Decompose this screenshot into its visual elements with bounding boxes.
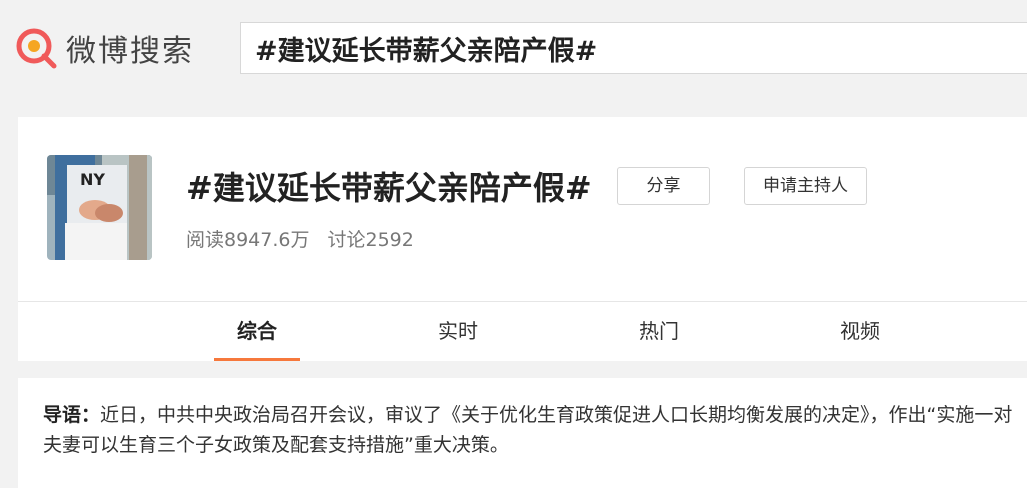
search-logo-icon <box>14 26 58 70</box>
tab-hot[interactable]: 热门 <box>614 302 704 361</box>
tab-realtime[interactable]: 实时 <box>413 302 503 361</box>
weibo-search-logo[interactable]: 微博搜索 <box>14 26 194 70</box>
topic-cover-image: NY <box>47 155 152 260</box>
tab-comprehensive[interactable]: 综合 <box>212 302 302 361</box>
apply-host-button[interactable]: 申请主持人 <box>744 167 867 205</box>
topic-title: #建议延长带薪父亲陪产假# <box>186 169 592 207</box>
discussion-count: 讨论2592 <box>327 229 414 251</box>
header-bar: 微博搜索 <box>0 0 1027 100</box>
topic-stats: 阅读8947.6万 讨论2592 <box>186 225 414 252</box>
search-box[interactable] <box>240 22 1027 74</box>
topic-intro-card: 导语：近日，中共中央政治局召开会议，审议了《关于优化生育政策促进人口长期均衡发展… <box>18 378 1027 488</box>
intro-text: 近日，中共中央政治局召开会议，审议了《关于优化生育政策促进人口长期均衡发展的决定… <box>43 404 1013 456</box>
search-input[interactable] <box>241 23 1027 73</box>
topic-card: NY #建议延长带薪父亲陪产假# 分享 申请主持人 阅读8947.6万 讨论259… <box>18 117 1027 361</box>
read-count: 阅读8947.6万 <box>186 229 310 251</box>
share-button[interactable]: 分享 <box>617 167 710 205</box>
logo-text: 微博搜索 <box>66 34 194 69</box>
intro-label: 导语： <box>43 404 101 426</box>
tab-video[interactable]: 视频 <box>815 302 905 361</box>
cover-text: NY <box>80 170 105 189</box>
intro-text-block: 导语：近日，中共中央政治局召开会议，审议了《关于优化生育政策促进人口长期均衡发展… <box>43 400 1018 460</box>
topic-tabs: 综合 实时 热门 视频 <box>18 302 1027 361</box>
